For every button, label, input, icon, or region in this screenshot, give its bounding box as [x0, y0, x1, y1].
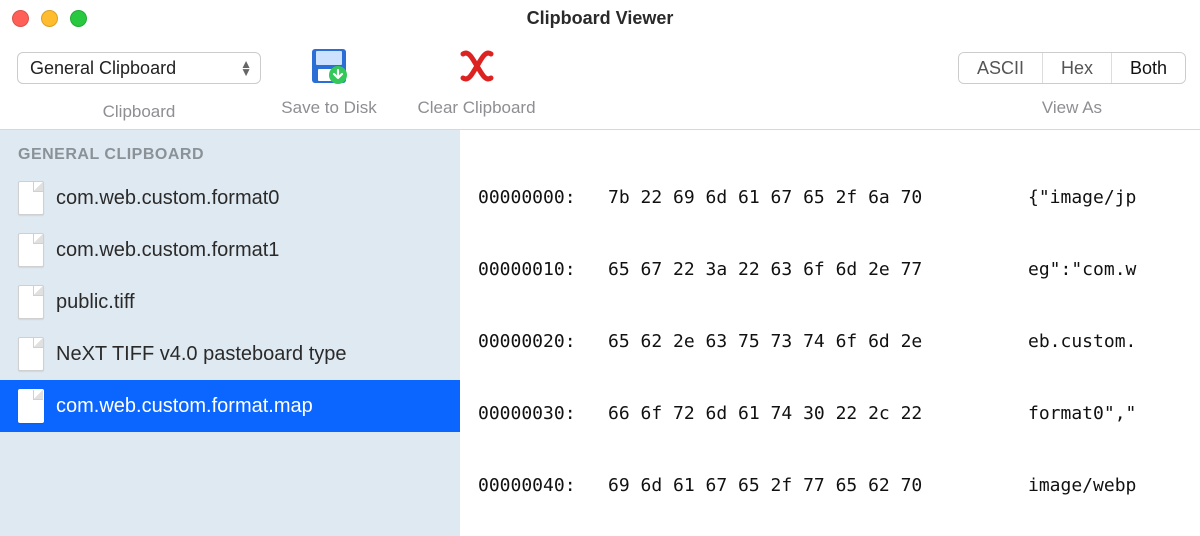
close-window-button[interactable]	[12, 10, 29, 27]
sidebar-item-label: com.web.custom.format1	[56, 239, 279, 262]
sidebar-item[interactable]: NeXT TIFF v4.0 pasteboard type	[0, 328, 460, 380]
hex-ascii: {"image/jp	[1028, 186, 1182, 210]
toolbar-clipboard-section: General Clipboard ▲▼ Clipboard	[14, 42, 264, 122]
red-x-icon	[457, 46, 497, 86]
titlebar: Clipboard Viewer	[0, 0, 1200, 36]
hex-offset: 00000020:	[478, 330, 608, 354]
hex-ascii: eg":"com.w	[1028, 258, 1182, 282]
save-to-disk-button[interactable]	[308, 42, 350, 90]
clipboard-selector-value: General Clipboard	[30, 58, 176, 79]
sidebar-header: GENERAL CLIPBOARD	[0, 136, 460, 172]
hex-bytes: 66 6f 72 6d 61 74 30 22 2c 22	[608, 402, 1028, 426]
hex-row: 00000010: 65 67 22 3a 22 63 6f 6d 2e 77 …	[478, 258, 1182, 282]
hex-view: 00000000: 7b 22 69 6d 61 67 65 2f 6a 70 …	[460, 130, 1200, 536]
hex-offset: 00000030:	[478, 402, 608, 426]
document-icon	[18, 181, 44, 215]
sidebar-item[interactable]: public.tiff	[0, 276, 460, 328]
view-as-segmented: ASCII Hex Both	[958, 52, 1186, 84]
toolbar-save-section: Save to Disk	[264, 42, 394, 118]
view-as-ascii[interactable]: ASCII	[959, 53, 1043, 83]
sidebar-item-label: public.tiff	[56, 291, 135, 314]
hex-offset: 00000000:	[478, 186, 608, 210]
viewas-label: View As	[1042, 98, 1102, 118]
view-as-both[interactable]: Both	[1112, 53, 1185, 83]
minimize-window-button[interactable]	[41, 10, 58, 27]
view-as-hex[interactable]: Hex	[1043, 53, 1112, 83]
clipboard-selector[interactable]: General Clipboard ▲▼	[17, 52, 261, 84]
content-area: GENERAL CLIPBOARD com.web.custom.format0…	[0, 130, 1200, 536]
hex-bytes: 69 6d 61 67 65 2f 77 65 62 70	[608, 474, 1028, 498]
window-title: Clipboard Viewer	[0, 8, 1200, 29]
document-icon	[18, 389, 44, 423]
hex-bytes: 65 67 22 3a 22 63 6f 6d 2e 77	[608, 258, 1028, 282]
zoom-window-button[interactable]	[70, 10, 87, 27]
hex-ascii: image/webp	[1028, 474, 1182, 498]
toolbar: General Clipboard ▲▼ Clipboard Save to D…	[0, 36, 1200, 130]
hex-bytes: 7b 22 69 6d 61 67 65 2f 6a 70	[608, 186, 1028, 210]
hex-row: 00000020: 65 62 2e 63 75 73 74 6f 6d 2e …	[478, 330, 1182, 354]
clear-clipboard-button[interactable]	[457, 42, 497, 90]
document-icon	[18, 337, 44, 371]
hex-ascii: eb.custom.	[1028, 330, 1182, 354]
save-label: Save to Disk	[281, 98, 376, 118]
hex-offset: 00000010:	[478, 258, 608, 282]
toolbar-clear-section: Clear Clipboard	[394, 42, 559, 118]
updown-chevron-icon: ▲▼	[240, 60, 252, 76]
document-icon	[18, 233, 44, 267]
sidebar-item[interactable]: com.web.custom.format0	[0, 172, 460, 224]
document-icon	[18, 285, 44, 319]
hex-bytes: 65 62 2e 63 75 73 74 6f 6d 2e	[608, 330, 1028, 354]
hex-offset: 00000040:	[478, 474, 608, 498]
clear-label: Clear Clipboard	[417, 98, 535, 118]
toolbar-viewas-section: ASCII Hex Both View As	[958, 42, 1186, 118]
sidebar-item-label: com.web.custom.format0	[56, 187, 279, 210]
hex-row: 00000040: 69 6d 61 67 65 2f 77 65 62 70 …	[478, 474, 1182, 498]
hex-ascii: format0","	[1028, 402, 1182, 426]
traffic-lights	[12, 10, 87, 27]
floppy-disk-icon	[308, 45, 350, 87]
sidebar-item-label: com.web.custom.format.map	[56, 395, 313, 418]
hex-row: 00000030: 66 6f 72 6d 61 74 30 22 2c 22 …	[478, 402, 1182, 426]
sidebar-item[interactable]: com.web.custom.format1	[0, 224, 460, 276]
sidebar-item-label: NeXT TIFF v4.0 pasteboard type	[56, 343, 347, 366]
hex-row: 00000000: 7b 22 69 6d 61 67 65 2f 6a 70 …	[478, 186, 1182, 210]
sidebar-item[interactable]: com.web.custom.format.map	[0, 380, 460, 432]
sidebar: GENERAL CLIPBOARD com.web.custom.format0…	[0, 130, 460, 536]
clipboard-label: Clipboard	[103, 102, 176, 122]
